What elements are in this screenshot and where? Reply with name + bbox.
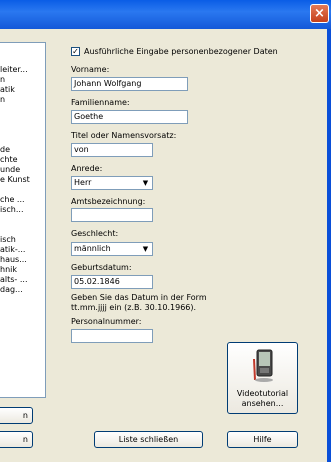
videotutorial-label-line1: Videotutorial — [236, 389, 289, 398]
amtsbezeichnung-field[interactable] — [71, 208, 153, 222]
title-bar[interactable]: × — [0, 0, 331, 29]
vorname-label: Vorname: — [71, 65, 110, 74]
amtsbezeichnung-label: Amtsbezeichnung: — [71, 197, 146, 206]
titel-label: Titel oder Namensvorsatz: — [71, 131, 177, 140]
titel-field[interactable]: von — [71, 143, 153, 157]
close-list-button[interactable]: Liste schließen — [94, 431, 203, 448]
geschlecht-value: männlich — [74, 244, 111, 253]
anrede-label: Anrede: — [71, 164, 103, 173]
videotutorial-label-line2: ansehen... — [241, 399, 284, 408]
help-button[interactable]: Hilfe — [227, 431, 298, 448]
left-button-top[interactable]: n — [0, 407, 33, 424]
personalnummer-label: Personalnummer: — [71, 317, 142, 326]
videotutorial-label: Videotutorial ansehen... — [228, 389, 297, 409]
geschlecht-label: Geschlecht: — [71, 229, 119, 238]
window-frame-right — [327, 29, 331, 462]
geschlecht-select[interactable]: männlich ▼ — [71, 242, 153, 256]
chevron-down-icon[interactable]: ▼ — [140, 178, 151, 188]
date-format-hint-line2: tt.mm.jjjj ein (z.B. 30.10.1966). — [71, 303, 197, 312]
anrede-select[interactable]: Herr ▼ — [71, 176, 153, 190]
vorname-field[interactable]: Johann Wolfgang — [71, 77, 188, 91]
familienname-label: Familienname: — [71, 98, 130, 107]
familienname-field[interactable]: Goethe — [71, 110, 188, 124]
geburtsdatum-field[interactable]: 05.02.1846 — [71, 275, 153, 289]
detailed-input-label: Ausführliche Eingabe personenbezogener D… — [84, 47, 278, 56]
chevron-down-icon[interactable]: ▼ — [140, 244, 151, 254]
list-item[interactable]: dag... — [0, 284, 44, 295]
anrede-value: Herr — [74, 178, 92, 187]
close-icon[interactable]: × — [310, 4, 329, 23]
personalnummer-field[interactable] — [71, 329, 153, 343]
detailed-input-checkbox[interactable]: ✓ — [71, 47, 80, 56]
left-button-bottom[interactable]: n — [0, 431, 33, 448]
category-list[interactable]: leiter... n atik n de chte unde e Kunst che ... i… — [0, 42, 46, 398]
pda-with-pen-icon — [253, 349, 273, 382]
date-format-hint-line1: Geben Sie das Datum in der Form — [71, 293, 207, 302]
geburtsdatum-label: Geburtsdatum: — [71, 263, 132, 272]
videotutorial-button[interactable]: Videotutorial ansehen... — [227, 342, 298, 414]
